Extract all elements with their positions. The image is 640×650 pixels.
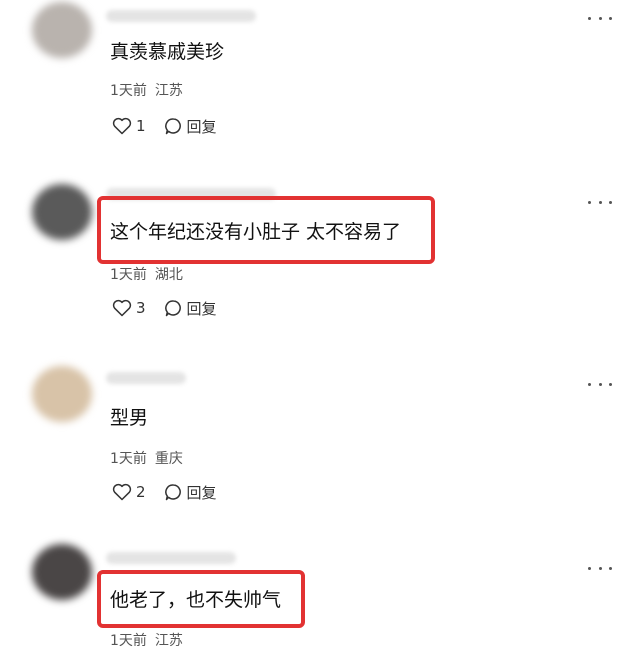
- reply-button[interactable]: 回复: [164, 116, 217, 137]
- comment-location: 江苏: [154, 83, 183, 99]
- like-count: 3: [136, 299, 146, 317]
- reply-button[interactable]: 回复: [164, 298, 217, 319]
- reply-bubble-icon: [164, 299, 181, 316]
- avatar[interactable]: [32, 366, 92, 422]
- username-blurred[interactable]: [106, 10, 256, 22]
- comment-text: 他老了，也不失帅气: [110, 589, 282, 611]
- comment-time: 1天前: [110, 451, 147, 467]
- reply-label: 回复: [186, 117, 217, 136]
- comment-location: 重庆: [154, 451, 183, 467]
- like-count: 1: [136, 117, 146, 135]
- username-blurred[interactable]: [106, 552, 236, 564]
- comment-text: 型男: [110, 407, 149, 429]
- like-count: 2: [136, 483, 146, 501]
- more-options-icon[interactable]: [588, 196, 612, 208]
- more-options-icon[interactable]: [588, 12, 612, 24]
- comment-meta: 1天前 湖北: [110, 264, 183, 284]
- comment-time: 1天前: [110, 83, 147, 99]
- comment-list: 真羡慕戚美珍 1天前 江苏 1 回复 这个年纪还没有小肚子 太不容易了 1天前 湖北: [0, 0, 640, 650]
- like-button[interactable]: 1: [112, 117, 146, 135]
- comment-location: 江苏: [154, 633, 183, 649]
- avatar[interactable]: [32, 2, 92, 58]
- reply-bubble-icon: [164, 117, 181, 134]
- reply-bubble-icon: [164, 483, 181, 500]
- comment-meta: 1天前 重庆: [110, 448, 183, 468]
- avatar[interactable]: [32, 184, 92, 240]
- comment-meta: 1天前 江苏: [110, 80, 183, 100]
- more-options-icon[interactable]: [588, 562, 612, 574]
- comment-text: 这个年纪还没有小肚子 太不容易了: [110, 221, 402, 243]
- comment-actions: 1 回复: [112, 116, 217, 136]
- comment-actions: 2 回复: [112, 482, 217, 502]
- comment-location: 湖北: [154, 267, 183, 283]
- reply-label: 回复: [186, 483, 217, 502]
- heart-icon: [112, 483, 132, 501]
- like-button[interactable]: 2: [112, 483, 146, 501]
- like-button[interactable]: 3: [112, 299, 146, 317]
- comment-time: 1天前: [110, 267, 147, 283]
- heart-icon: [112, 117, 132, 135]
- comment-meta: 1天前 江苏: [110, 630, 183, 650]
- reply-button[interactable]: 回复: [164, 482, 217, 503]
- avatar[interactable]: [32, 544, 92, 600]
- comment-time: 1天前: [110, 633, 147, 649]
- comment-actions: 3 回复: [112, 298, 217, 318]
- more-options-icon[interactable]: [588, 378, 612, 390]
- username-blurred[interactable]: [106, 372, 186, 384]
- heart-icon: [112, 299, 132, 317]
- comment-text: 真羡慕戚美珍: [110, 41, 225, 63]
- reply-label: 回复: [186, 299, 217, 318]
